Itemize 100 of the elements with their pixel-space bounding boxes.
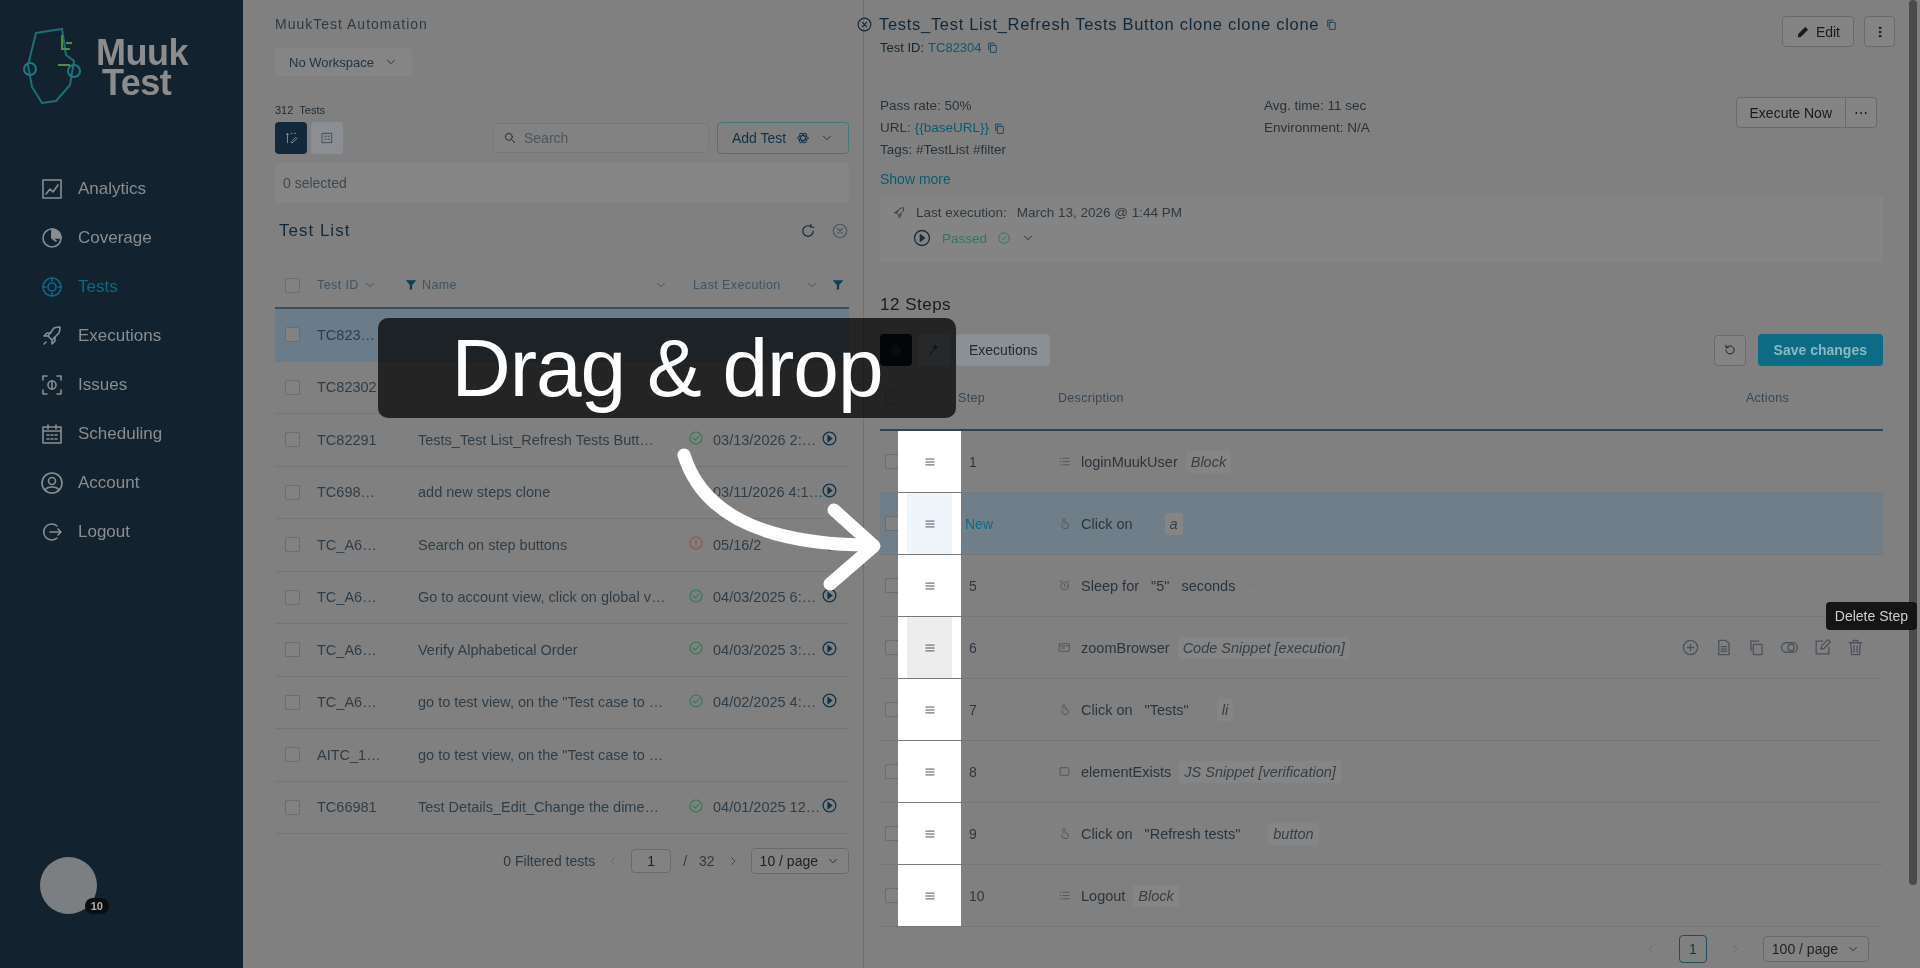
selection-count: 0 selected xyxy=(275,163,849,203)
sidebar-item[interactable]: Executions xyxy=(40,311,243,360)
info-text: Avg. time: 11 sec xyxy=(1264,97,1368,115)
test-id-link[interactable]: TC82304 xyxy=(928,40,982,55)
step-number: 7 xyxy=(968,701,978,718)
sidebar-item[interactable]: Issues xyxy=(40,360,243,409)
column-header[interactable]: Name xyxy=(422,278,457,292)
execution-date: 03/13/2026 2:… xyxy=(713,431,817,448)
page-total: 32 xyxy=(699,853,715,869)
more-options-button[interactable]: ⋯ xyxy=(1846,97,1877,128)
drag-handle[interactable] xyxy=(907,617,952,678)
test-name[interactable]: go to test view, on the "Test case to … xyxy=(418,694,664,711)
step-action: elementExists xyxy=(1081,763,1172,780)
test-id: TC823… xyxy=(317,326,376,343)
account-name: MuukTest Automation xyxy=(275,16,429,32)
column-header[interactable]: Test ID xyxy=(317,278,359,292)
search-icon xyxy=(503,131,517,145)
test-id: TC_A6… xyxy=(317,536,377,553)
url-link[interactable]: {{baseURL}} xyxy=(914,117,990,139)
page-input[interactable]: 1 xyxy=(631,849,672,873)
show-more-link[interactable]: Show more xyxy=(880,168,951,190)
workspace-dropdown[interactable]: No Workspace xyxy=(275,48,412,76)
sidebar-item[interactable]: Account xyxy=(40,458,243,507)
add-test-button[interactable]: Add Test xyxy=(717,122,849,154)
executions-tab[interactable]: Executions xyxy=(956,334,1051,366)
step-action: Click on xyxy=(1081,515,1133,532)
view-toggle[interactable] xyxy=(275,122,307,154)
info-text: Tags: #TestList #filter xyxy=(880,141,1008,159)
refresh-icon xyxy=(799,222,817,240)
last-execution-label: Last execution: xyxy=(916,205,1007,220)
tooltip: Delete Step xyxy=(1825,602,1917,630)
test-name[interactable]: add new steps clone xyxy=(418,484,551,501)
info-text: Pass rate: 50% xyxy=(880,97,973,115)
save-changes-button[interactable]: Save changes xyxy=(1757,334,1883,366)
checkbox[interactable] xyxy=(885,888,898,903)
checkbox[interactable] xyxy=(885,516,898,531)
alarm-clock-icon xyxy=(1058,579,1071,592)
step-tag: a xyxy=(1164,512,1183,535)
sidebar-item[interactable]: Analytics xyxy=(40,164,243,213)
execution-date: 03/11/2026 4:1… xyxy=(713,484,824,501)
step-tag: li xyxy=(1216,698,1234,721)
page-size-dropdown[interactable]: 100 / page xyxy=(1762,936,1869,962)
sidebar-item[interactable]: Logout xyxy=(40,507,243,556)
kebab-menu-button[interactable] xyxy=(1864,16,1895,47)
step-target: "Refresh tests" xyxy=(1144,825,1241,842)
chart-icon xyxy=(40,176,64,201)
filter-icon[interactable] xyxy=(404,278,418,292)
info-text: Environment: N/A xyxy=(1264,119,1370,137)
scrollbar[interactable] xyxy=(1908,0,1917,885)
test-name[interactable]: Verify Alphabetical Order xyxy=(418,641,578,658)
step-action: Sleep for xyxy=(1081,577,1140,594)
copy-icon xyxy=(1747,638,1766,657)
test-name[interactable]: Test Details_Edit_Change the dime… xyxy=(418,799,659,816)
step-number: 10 xyxy=(968,887,986,904)
test-id: TC66981 xyxy=(317,799,377,816)
checkbox[interactable] xyxy=(285,327,300,343)
page-number[interactable]: 1 xyxy=(1678,935,1707,963)
view-toggle[interactable] xyxy=(311,122,343,154)
list-icon xyxy=(1058,889,1071,902)
checkbox[interactable] xyxy=(885,702,898,717)
sidebar-item[interactable]: Tests xyxy=(40,262,243,311)
checkbox[interactable] xyxy=(885,764,898,779)
notification-badge: 10 xyxy=(84,898,109,914)
execute-now-button[interactable]: Execute Now xyxy=(1735,97,1846,128)
window-icon xyxy=(1058,641,1071,654)
test-name[interactable]: go to test view, on the "Test case to … xyxy=(418,746,664,763)
step-action: Logout xyxy=(1081,887,1126,904)
checkbox[interactable] xyxy=(885,578,898,593)
filter-icon[interactable] xyxy=(831,278,845,292)
step-tag: Code Snippet [execution] xyxy=(1177,636,1350,659)
grid-icon xyxy=(320,131,334,145)
test-name[interactable]: Search on step buttons xyxy=(418,536,568,553)
execution-status: Passed xyxy=(942,230,988,246)
test-id-label: Test ID: xyxy=(880,40,925,55)
play-icon[interactable] xyxy=(821,587,838,605)
edit-icon xyxy=(1813,638,1832,657)
checkbox[interactable] xyxy=(885,640,898,655)
last-execution-date: March 13, 2026 @ 1:44 PM xyxy=(1016,205,1183,220)
sidebar-item[interactable]: Coverage xyxy=(40,213,243,262)
step-action: Click on xyxy=(1081,825,1133,842)
undo-button[interactable] xyxy=(1713,334,1746,366)
logo-text: Muuk xyxy=(96,38,188,68)
edit-button[interactable]: Edit xyxy=(1781,16,1854,47)
step-tag: button xyxy=(1268,822,1319,845)
copy-icon xyxy=(1325,17,1339,31)
play-icon xyxy=(912,228,932,248)
test-name[interactable]: Tests_Test List_Refresh Tests Butt… xyxy=(418,431,654,448)
square-icon xyxy=(1058,765,1071,778)
step-number: 5 xyxy=(968,577,978,594)
column-header: Step xyxy=(958,390,986,405)
drag-handle[interactable] xyxy=(907,493,952,554)
test-name[interactable]: Go to account view, click on global v… xyxy=(418,589,666,606)
sidebar-item[interactable]: Scheduling xyxy=(40,409,243,458)
filtered-count: 0 Filtered tests xyxy=(503,853,596,869)
copy-icon xyxy=(993,121,1007,135)
checkbox[interactable] xyxy=(885,826,898,841)
page-size-dropdown[interactable]: 10 / page xyxy=(750,848,849,874)
execution-date: 04/02/2025 4:… xyxy=(713,694,817,711)
column-header[interactable]: Last Execution xyxy=(693,278,781,292)
checkbox[interactable] xyxy=(885,454,898,469)
